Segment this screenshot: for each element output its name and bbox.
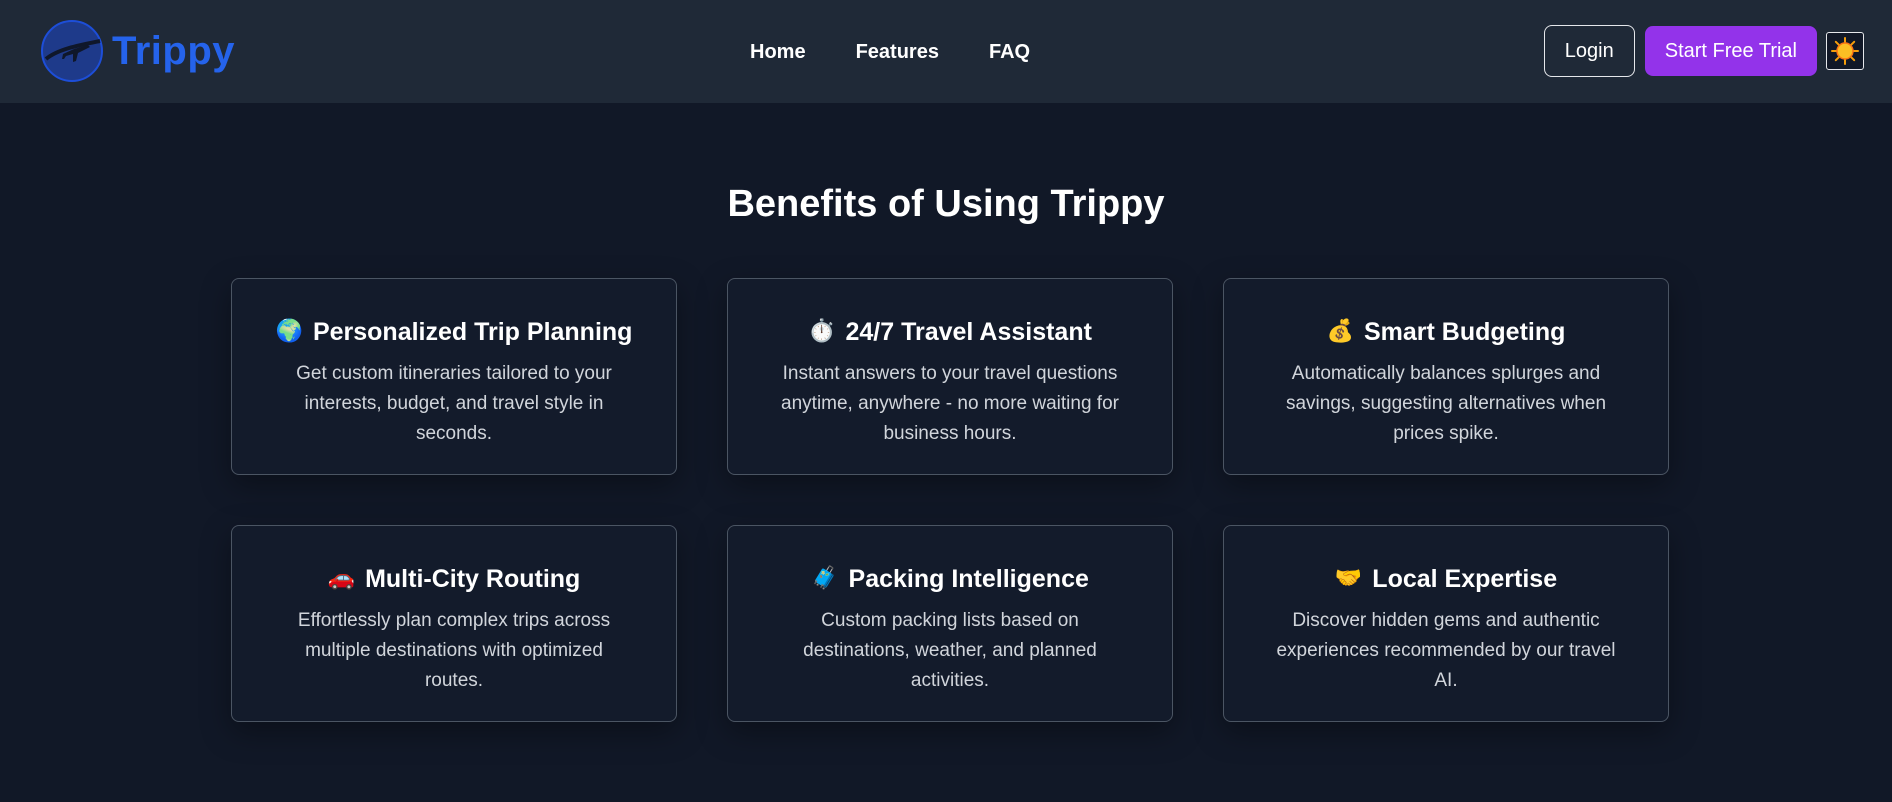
card-description: Automatically balances splurges and savi… xyxy=(1285,363,1607,444)
money-bag-icon: 💰 xyxy=(1326,319,1354,344)
section-title: Benefits of Using Trippy xyxy=(727,183,1165,225)
luggage-icon: 🧳 xyxy=(811,566,839,591)
brand-name: Trippy xyxy=(112,28,236,73)
nav-link-home[interactable]: Home xyxy=(750,41,806,64)
card-title: Personalized Trip Planning xyxy=(312,317,633,346)
benefit-card-multi-city-routing: 🚗 Multi-City Routing Effortlessly plan c… xyxy=(231,525,677,722)
card-description: Get custom itineraries tailored to your … xyxy=(296,363,612,444)
main-nav: Home Features FAQ xyxy=(750,34,1030,70)
login-button[interactable]: Login xyxy=(1543,25,1635,77)
globe-icon: 🌍 xyxy=(275,319,303,344)
handshake-icon: 🤝 xyxy=(1334,566,1363,591)
card-description: Custom packing lists based on destinatio… xyxy=(803,610,1097,691)
card-title: Local Expertise xyxy=(1372,564,1558,593)
start-free-trial-button[interactable]: Start Free Trial xyxy=(1644,26,1817,76)
brand-logo[interactable]: Trippy xyxy=(40,19,235,83)
benefit-card-travel-assistant: ⏱️ 24/7 Travel Assistant Instant answers… xyxy=(727,278,1173,475)
benefit-card-smart-budgeting: 💰 Smart Budgeting Automatically balances… xyxy=(1223,278,1669,475)
theme-toggle-button[interactable] xyxy=(1826,32,1864,70)
benefit-card-local-expertise: 🤝 Local Expertise Discover hidden gems a… xyxy=(1223,525,1669,722)
card-description: Effortlessly plan complex trips across m… xyxy=(297,610,611,691)
card-title: Multi-City Routing xyxy=(365,564,581,593)
navbar: Trippy Home Features FAQ Login Start Fre… xyxy=(0,0,1892,103)
card-title: 24/7 Travel Assistant xyxy=(845,317,1092,346)
car-icon: 🚗 xyxy=(327,566,356,591)
sun-icon xyxy=(1831,37,1859,65)
benefit-card-packing-intelligence: 🧳 Packing Intelligence Custom packing li… xyxy=(727,525,1173,722)
nav-actions: Login Start Free Trial xyxy=(1543,25,1864,77)
nav-link-faq[interactable]: FAQ xyxy=(989,41,1030,64)
card-title: Packing Intelligence xyxy=(848,564,1089,593)
nav-link-features[interactable]: Features xyxy=(856,41,939,64)
card-title: Smart Budgeting xyxy=(1364,317,1566,346)
card-description: Discover hidden gems and authentic exper… xyxy=(1276,610,1616,691)
globe-airplane-icon xyxy=(41,20,103,82)
card-description: Instant answers to your travel questions… xyxy=(781,363,1119,444)
benefit-card-personalized-planning: 🌍 Personalized Trip Planning Get custom … xyxy=(231,278,677,475)
stopwatch-icon: ⏱️ xyxy=(808,319,836,344)
